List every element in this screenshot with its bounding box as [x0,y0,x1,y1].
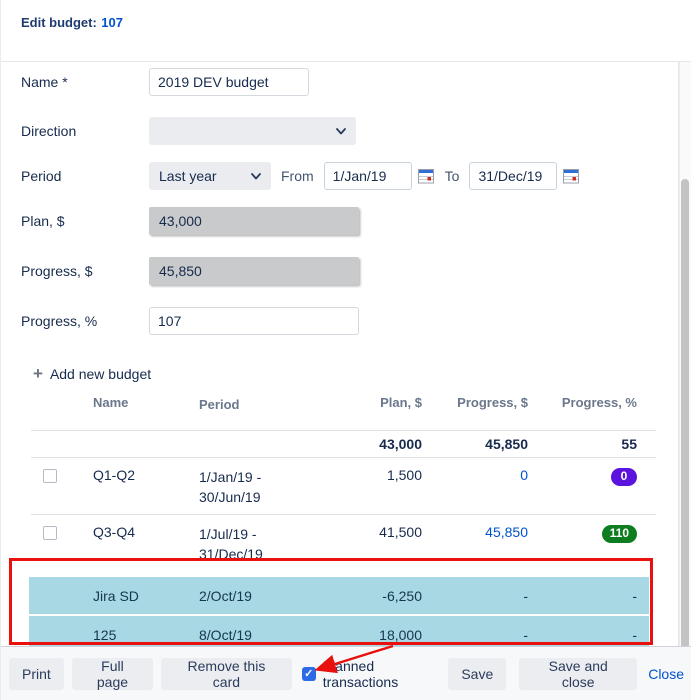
row-period: 1/Jul/19 - 31/Dec/19 [199,524,319,564]
transaction-progress: - [422,627,528,643]
table-row: Q3-Q4 1/Jul/19 - 31/Dec/19 41,500 45,850… [31,515,656,571]
progress-amount-row: Progress, $ 45,850 [21,257,678,285]
name-label: Name * [21,74,149,90]
period-preset-select[interactable]: Last year [149,162,271,190]
progress-percent-label: Progress, % [21,313,149,329]
dialog-body: Name * Direction Period Last year From [1,62,679,646]
from-label: From [281,168,314,184]
progress-percent-row: Progress, % [21,307,678,335]
plan-input-disabled: 43,000 [149,207,359,235]
to-date-input[interactable] [469,162,557,190]
transaction-plan: -6,250 [319,588,422,604]
period-label: Period [21,168,149,184]
budget-id-link[interactable]: 107 [101,15,123,30]
transaction-date: 8/Oct/19 [199,627,319,643]
save-and-close-button[interactable]: Save and close [519,658,637,690]
plan-row: Plan, $ 43,000 [21,207,678,235]
transaction-row: Jira SD 2/Oct/19 -6,250 - - [29,577,649,614]
save-button[interactable]: Save [448,658,506,690]
budgets-table: Name Period Plan, $ Progress, $ Progress… [31,395,656,571]
to-label: To [445,168,460,184]
direction-label: Direction [21,123,149,139]
period-line2: 30/Jun/19 [199,489,261,505]
name-input[interactable] [149,68,309,96]
col-header-period: Period [199,395,319,415]
row-name: Q3-Q4 [93,524,199,540]
summary-progress: 45,850 [422,436,528,452]
percent-badge: 110 [602,525,637,543]
col-header-percent: Progress, % [528,395,656,415]
remove-card-button[interactable]: Remove this card [161,658,292,690]
edit-budget-dialog: Edit budget: 107 Name * Direction Period… [0,0,691,700]
add-new-budget-button[interactable]: + Add new budget [33,364,678,384]
calendar-icon[interactable] [563,168,580,184]
transaction-date: 2/Oct/19 [199,588,319,604]
row-checkbox[interactable] [43,526,57,540]
row-plan: 41,500 [319,524,422,540]
scrollbar-track[interactable] [679,62,691,646]
col-header-progress: Progress, $ [422,395,528,415]
transaction-progress: - [422,588,528,604]
table-header-row: Name Period Plan, $ Progress, $ Progress… [31,395,656,430]
col-header-name: Name [93,395,199,415]
period-line1: 1/Jul/19 - [199,526,257,542]
full-page-button[interactable]: Full page [72,658,153,690]
plan-label: Plan, $ [21,213,149,229]
row-progress-link[interactable]: 0 [520,467,528,483]
scrollbar-thumb[interactable] [681,179,689,692]
planned-transactions-checkbox[interactable]: ✓ [302,667,316,681]
summary-row: 43,000 45,850 55 [31,430,656,458]
col-header-plan: Plan, $ [319,395,422,415]
name-row: Name * [21,68,678,96]
close-link[interactable]: Close [648,666,684,682]
progress-amount-label: Progress, $ [21,263,149,279]
percent-badge: 0 [611,468,637,486]
calendar-icon[interactable] [418,168,435,184]
transaction-name: Jira SD [93,588,199,604]
plus-icon: + [33,366,43,382]
period-row: Period Last year From To [21,162,678,190]
print-button[interactable]: Print [9,658,64,690]
period-line2: 31/Dec/19 [199,546,263,562]
row-progress-link[interactable]: 45,850 [485,524,528,540]
summary-plan: 43,000 [319,436,422,452]
transaction-row: 125 8/Oct/19 18,000 - - [29,616,649,646]
row-plan: 1,500 [319,467,422,483]
chevron-down-icon [336,128,346,135]
row-period: 1/Jan/19 - 30/Jun/19 [199,467,319,507]
direction-row: Direction [21,117,678,145]
planned-transactions-label: Planned transactions [323,658,449,690]
row-checkbox[interactable] [43,469,57,483]
transaction-name: 125 [93,627,199,643]
table-row: Q1-Q2 1/Jan/19 - 30/Jun/19 1,500 0 0 [31,458,656,515]
chevron-down-icon [251,173,261,180]
period-line1: 1/Jan/19 - [199,469,261,485]
period-preset-value: Last year [159,168,217,184]
progress-amount-input-disabled: 45,850 [149,257,359,285]
row-name: Q1-Q2 [93,467,199,483]
transaction-percent: - [528,627,649,643]
summary-percent: 55 [528,436,656,452]
transaction-plan: 18,000 [319,627,422,643]
add-new-budget-label: Add new budget [50,366,151,382]
dialog-title: Edit budget: [21,15,97,30]
planned-transactions-block: Jira SD 2/Oct/19 -6,250 - - 125 8/Oct/19… [29,577,649,646]
dialog-footer: Print Full page Remove this card ✓ Plann… [1,646,691,700]
direction-select[interactable] [149,117,356,145]
transaction-percent: - [528,588,649,604]
progress-percent-input[interactable] [149,307,359,335]
from-date-input[interactable] [324,162,412,190]
dialog-header: Edit budget: 107 [1,0,691,62]
